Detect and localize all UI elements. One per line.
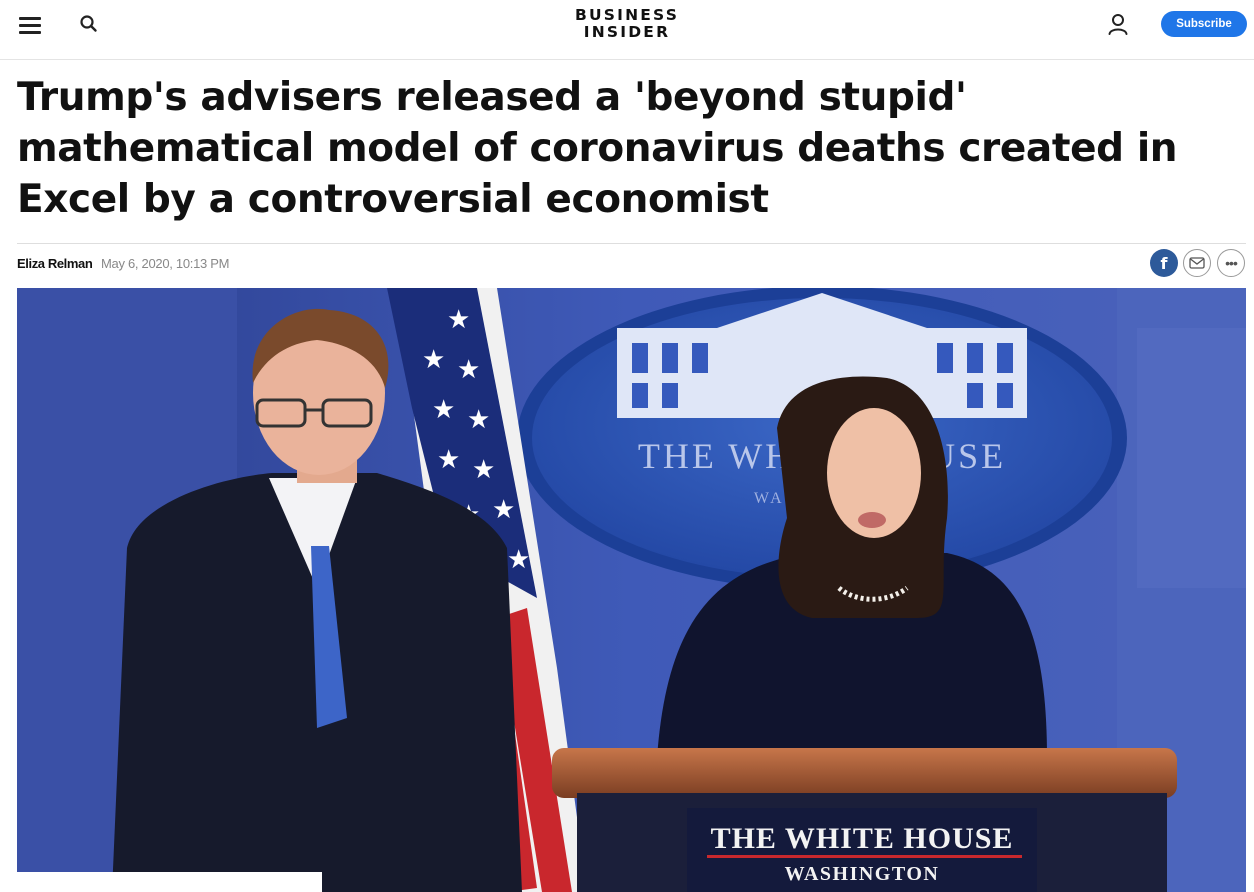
svg-text:★: ★ <box>437 445 460 475</box>
facebook-icon[interactable]: f <box>1150 249 1178 277</box>
logo-line-1: BUSINESS <box>574 6 680 24</box>
logo-line-2: INSIDER <box>583 23 671 41</box>
svg-text:★: ★ <box>492 495 515 525</box>
email-icon[interactable] <box>1183 249 1211 277</box>
hamburger-menu-icon[interactable] <box>17 13 45 37</box>
byline: Eliza Relman May 6, 2020, 10:13 PM <box>17 256 229 272</box>
more-options-icon[interactable]: ••• <box>1217 249 1245 277</box>
headline-divider <box>17 243 1246 244</box>
svg-text:★: ★ <box>507 545 530 575</box>
article-headline: Trump's advisers released a 'beyond stup… <box>17 75 1178 222</box>
user-account-icon[interactable] <box>1106 12 1130 38</box>
podium: THE WHITE HOUSE WASHINGTON <box>552 748 1177 892</box>
subscribe-button[interactable]: Subscribe <box>1161 11 1247 37</box>
svg-text:★: ★ <box>432 395 455 425</box>
business-insider-logo[interactable]: BUSINESS INSIDER <box>560 7 694 41</box>
svg-text:★: ★ <box>447 305 470 335</box>
article-hero-photo: THE WHITE HOUSE WASHINGTON ★★★ ★★★ ★★★ ★ <box>17 288 1246 892</box>
svg-text:★: ★ <box>467 405 490 435</box>
author-link[interactable]: Eliza Relman <box>17 256 93 271</box>
svg-text:★: ★ <box>457 355 480 385</box>
caption-overlay <box>0 872 322 892</box>
site-header: BUSINESS INSIDER Subscribe <box>0 0 1254 60</box>
search-icon[interactable] <box>78 13 100 35</box>
podium-subtext: WASHINGTON <box>785 863 940 885</box>
more-glyph: ••• <box>1225 255 1238 271</box>
svg-text:★: ★ <box>472 455 495 485</box>
svg-text:★: ★ <box>422 345 445 375</box>
podium-text: THE WHITE HOUSE <box>711 822 1014 855</box>
facebook-glyph: f <box>1160 253 1168 273</box>
publish-date: May 6, 2020, 10:13 PM <box>101 256 230 271</box>
